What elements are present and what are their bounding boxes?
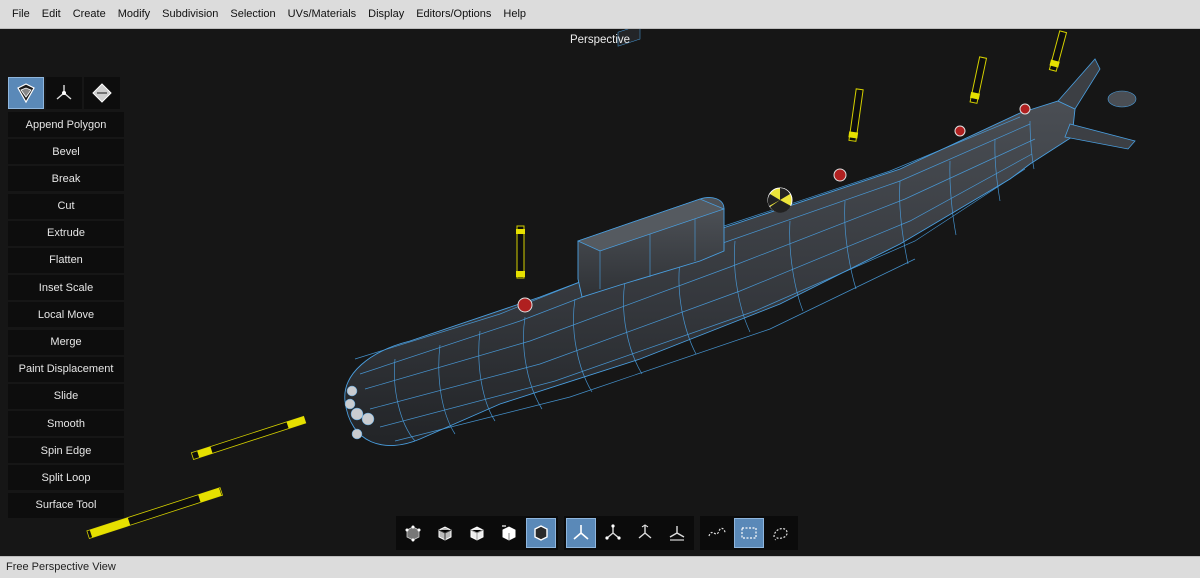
tool-split-loop-button[interactable]: Split Loop [8,465,124,491]
tool-extrude-button[interactable]: Extrude [8,220,124,246]
status-bar: Free Perspective View [0,556,1200,578]
tool-local-move-button[interactable]: Local Move [8,302,124,328]
menu-file[interactable]: File [6,0,36,29]
tool-break-button[interactable]: Break [8,166,124,192]
rect-select-button[interactable] [734,518,764,548]
edges-select-button[interactable] [430,518,460,548]
paint-select-button[interactable] [766,518,796,548]
faces-select-icon [470,526,484,541]
uv-select-button[interactable] [494,518,524,548]
tool-panel: Append Polygon Bevel Break Cut Extrude F… [8,77,126,520]
tool-append-polygon-button[interactable]: Append Polygon [8,112,124,137]
menu-selection[interactable]: Selection [224,0,281,29]
rect-select-icon [741,527,757,539]
local-axis-icon [605,524,621,540]
lasso-select-button[interactable] [702,518,732,548]
submarine-model[interactable] [0,29,1200,556]
normal-axis-icon [669,526,685,541]
vertex-mode-button[interactable] [46,77,82,109]
tool-merge-button[interactable]: Merge [8,329,124,355]
tool-cut-button[interactable]: Cut [8,193,124,219]
tool-inset-scale-button[interactable]: Inset Scale [8,275,124,301]
vertices-select-icon [405,525,421,542]
viewport-title: Perspective [569,34,631,46]
polygon-mode-icon [17,83,35,104]
object-select-icon [534,525,548,541]
menu-create[interactable]: Create [67,0,112,29]
lasso-select-icon [708,527,726,537]
menu-display[interactable]: Display [362,0,410,29]
paint-select-icon [773,527,788,541]
select-shape-group [700,516,798,550]
menu-bar: File Edit Create Modify Subdivision Sele… [0,0,1200,29]
viewport[interactable]: Perspective Append Polygon Bevel Break C… [0,29,1200,556]
menu-edit[interactable]: Edit [36,0,67,29]
object-select-button[interactable] [526,518,556,548]
menu-help[interactable]: Help [497,0,532,29]
menu-uvs-materials[interactable]: UVs/Materials [282,0,362,29]
screen-axis-button[interactable] [630,518,660,548]
vertices-select-button[interactable] [398,518,428,548]
mode-selector [8,77,126,109]
world-axis-icon [573,525,589,540]
bottom-toolbar [396,516,804,550]
normal-axis-button[interactable] [662,518,692,548]
selection-mode-group [396,516,558,550]
tool-spin-edge-button[interactable]: Spin Edge [8,438,124,464]
object-mode-button[interactable] [84,77,120,109]
tool-slide-button[interactable]: Slide [8,383,124,409]
tool-surface-tool-button[interactable]: Surface Tool [8,492,124,518]
object-mode-icon [92,83,112,103]
tool-paint-displacement-button[interactable]: Paint Displacement [8,356,124,382]
world-axis-button[interactable] [566,518,596,548]
local-axis-button[interactable] [598,518,628,548]
tool-bevel-button[interactable]: Bevel [8,139,124,165]
screen-axis-icon [638,524,652,539]
tool-smooth-button[interactable]: Smooth [8,411,124,437]
menu-subdivision[interactable]: Subdivision [156,0,224,29]
polygon-mode-button[interactable] [8,77,44,109]
edges-select-icon [438,526,452,541]
uv-select-icon [502,525,516,541]
menu-editors-options[interactable]: Editors/Options [410,0,497,29]
transform-mode-group [564,516,694,550]
menu-modify[interactable]: Modify [112,0,156,29]
tool-flatten-button[interactable]: Flatten [8,247,124,273]
vertex-mode-icon [56,85,72,100]
faces-select-button[interactable] [462,518,492,548]
